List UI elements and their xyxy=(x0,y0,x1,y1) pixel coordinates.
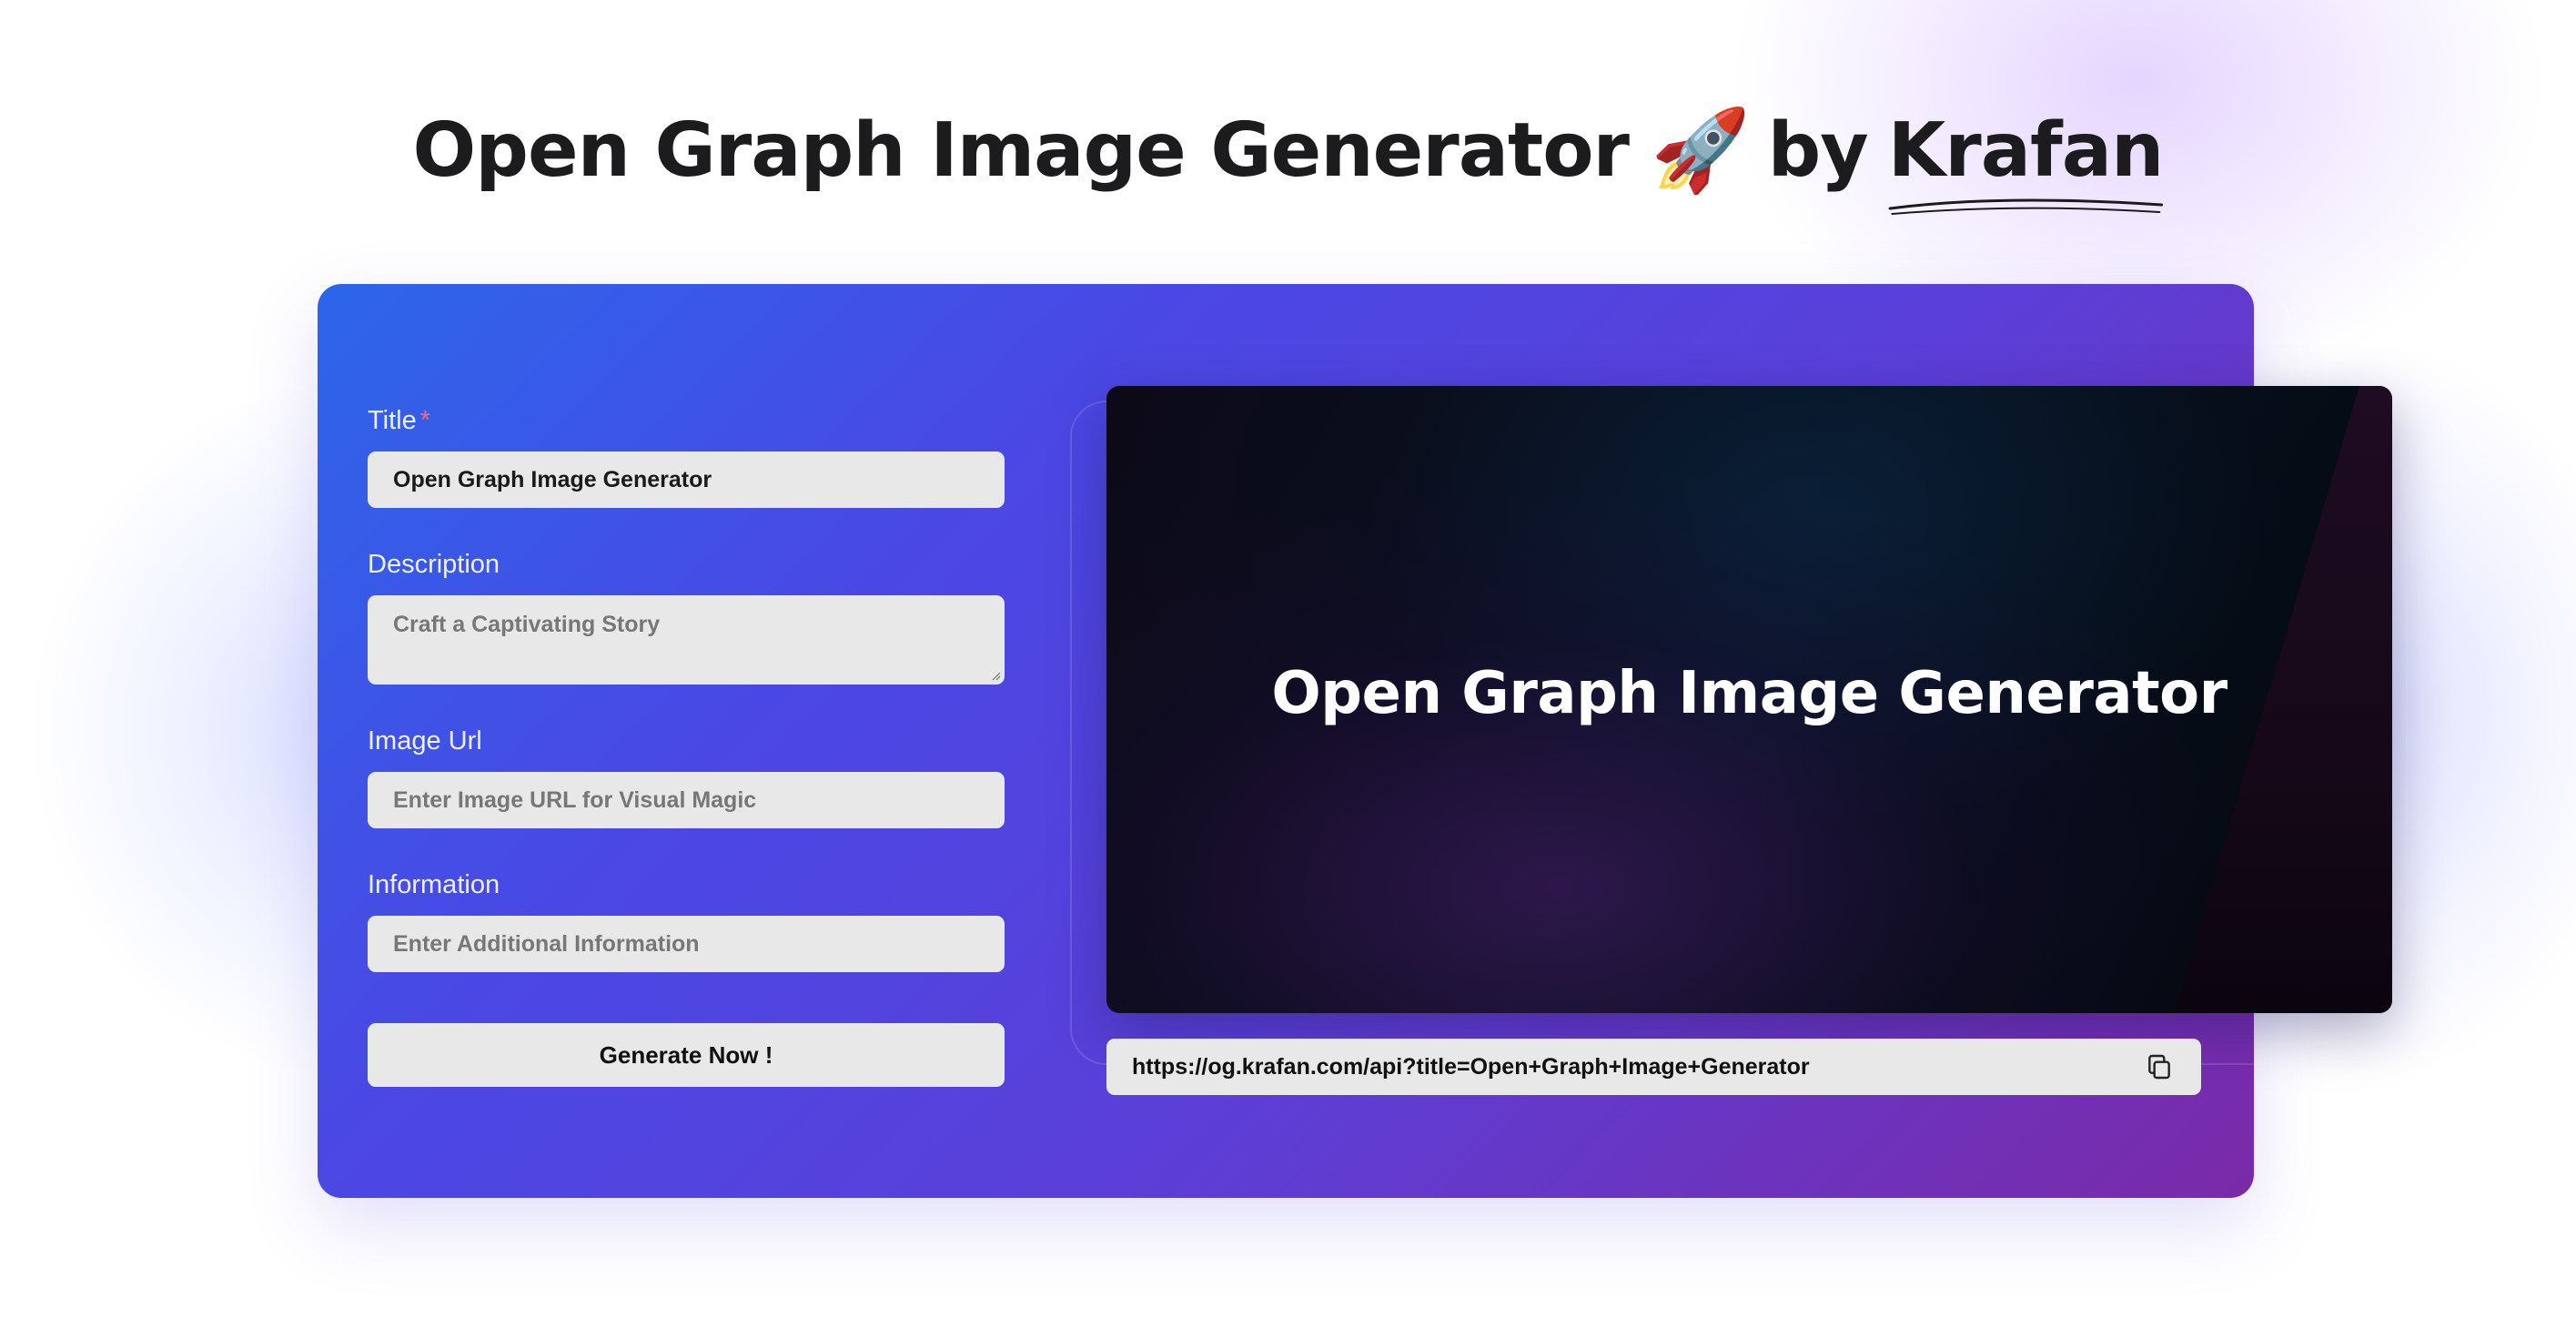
required-mark: * xyxy=(419,406,431,435)
page: Open Graph Image Generator 🚀 by Krafan T… xyxy=(0,0,2576,1339)
generator-form: Title * Open Graph Image Generator Descri… xyxy=(368,401,1005,1087)
copy-icon-svg xyxy=(2148,1054,2170,1080)
generated-url[interactable]: https://og.krafan.com/api?title=Open+Gra… xyxy=(1132,1054,2143,1080)
brand-name: Krafan xyxy=(1887,107,2165,194)
generate-button[interactable]: Generate Now ! xyxy=(368,1023,1005,1087)
brand-underline-icon xyxy=(1888,198,2163,215)
preview-title: Open Graph Image Generator xyxy=(1271,659,2227,727)
resize-grip-icon[interactable] xyxy=(990,670,1001,681)
page-title: Open Graph Image Generator xyxy=(412,107,1630,194)
description-textarea[interactable]: Craft a Captivating Story xyxy=(368,595,1005,685)
by-label: by xyxy=(1767,107,1869,194)
title-input[interactable]: Open Graph Image Generator xyxy=(368,451,1005,508)
image-url-label: Image Url xyxy=(368,726,482,756)
og-image-preview: Open Graph Image Generator xyxy=(1106,386,2392,1013)
rocket-icon: 🚀 xyxy=(1651,103,1751,197)
title-label-text: Title xyxy=(368,406,417,435)
description-placeholder: Craft a Captivating Story xyxy=(393,612,661,637)
brand-link[interactable]: Krafan xyxy=(1887,107,2165,215)
page-header: Open Graph Image Generator 🚀 by Krafan xyxy=(0,91,2576,215)
copy-icon[interactable] xyxy=(2143,1050,2176,1083)
generated-url-bar: https://og.krafan.com/api?title=Open+Gra… xyxy=(1106,1039,2201,1095)
information-input[interactable]: Enter Additional Information xyxy=(368,916,1005,972)
title-label: Title * xyxy=(368,401,1005,441)
information-label: Information xyxy=(368,870,500,899)
image-url-input[interactable]: Enter Image URL for Visual Magic xyxy=(368,772,1005,828)
description-label: Description xyxy=(368,550,500,579)
